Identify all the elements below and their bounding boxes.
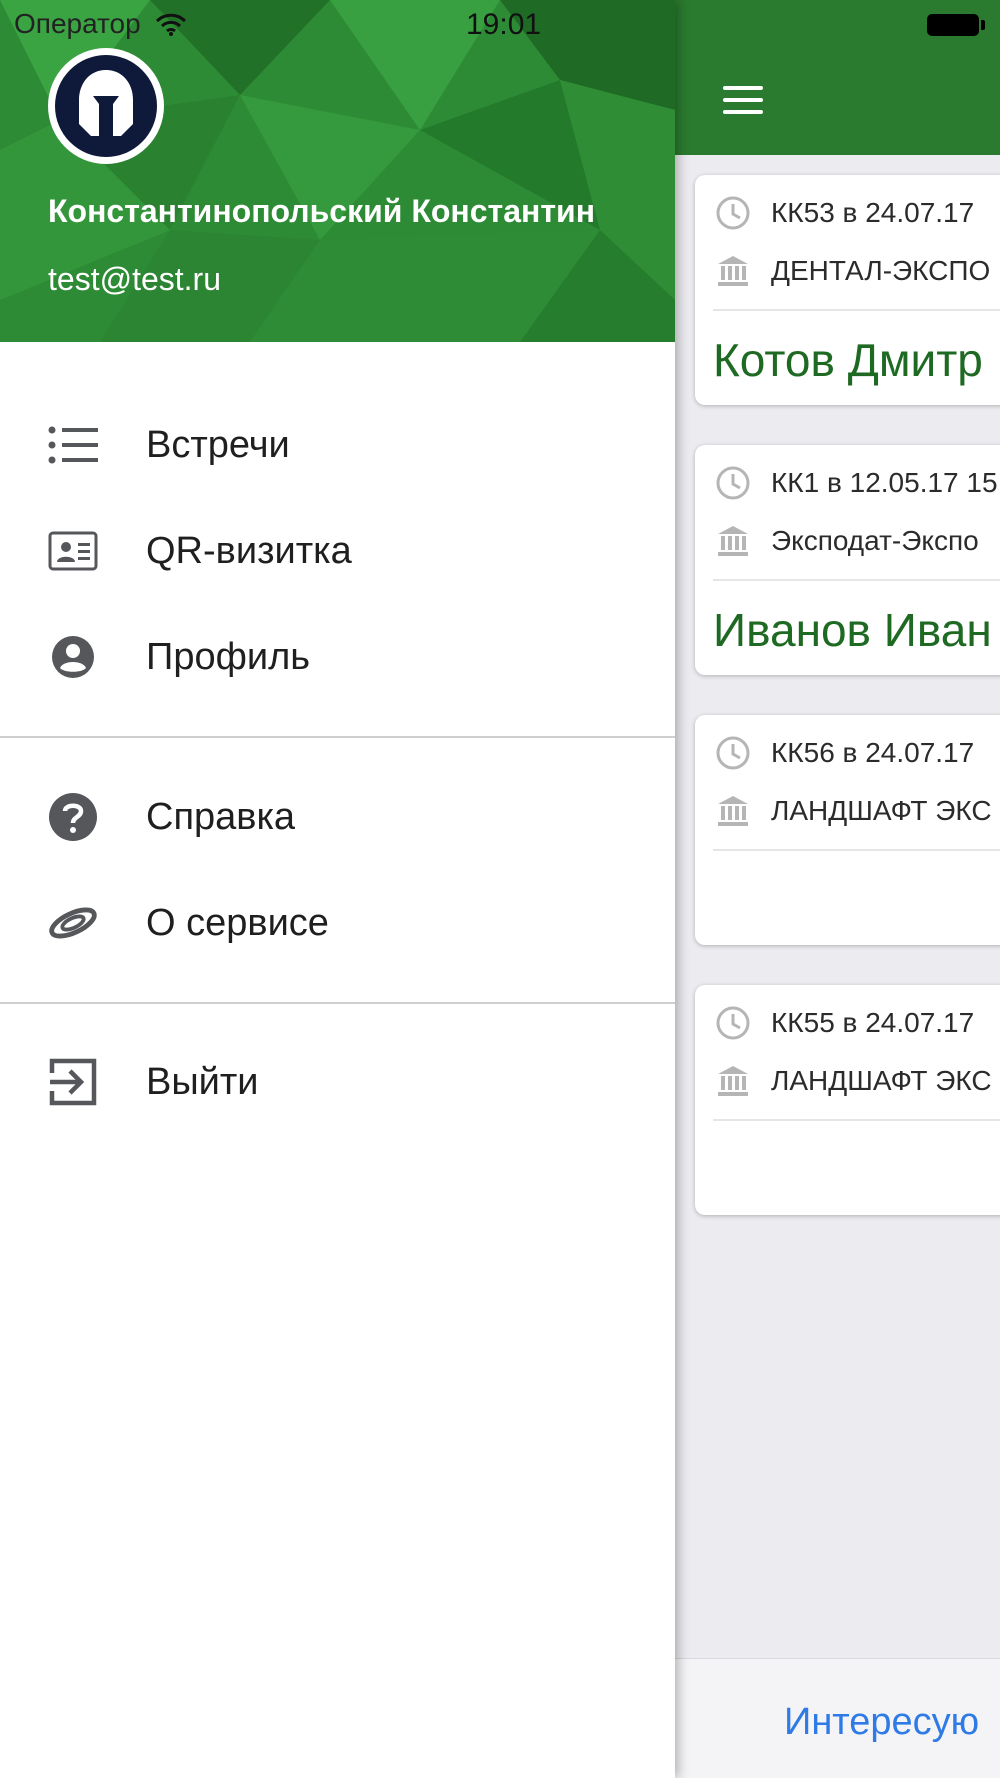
meeting-card[interactable]: КК1 в 12.05.17 15 Эксподат-Экспо Иванов … [695, 445, 1000, 675]
card-venue-row: ЛАНДШАФТ ЭКС [715, 793, 992, 829]
menu-label: QR-визитка [146, 529, 352, 572]
card-meta: КК56 в 24.07.17 [771, 737, 975, 768]
card-meta-row: КК55 в 24.07.17 [715, 1005, 974, 1041]
card-venue: ЛАНДШАФТ ЭКС [771, 795, 992, 826]
menu-item-qr-card[interactable]: QR-визитка [0, 506, 675, 596]
divider [0, 736, 675, 738]
menu-item-profile[interactable]: Профиль [0, 612, 675, 702]
help-circle-icon [48, 792, 98, 842]
institution-icon [718, 256, 748, 286]
status-time: 19:01 [466, 8, 542, 41]
menu-label: Справка [146, 795, 296, 838]
user-email: test@test.ru [48, 261, 221, 297]
navigation-drawer: Оператор 19:01 Константинопольский Конст… [0, 0, 675, 1778]
clock-icon [716, 1006, 750, 1040]
logout-icon [48, 1057, 98, 1107]
list-icon [48, 420, 98, 470]
clock-icon [716, 196, 750, 230]
service-logo-icon [48, 898, 98, 948]
divider [0, 1002, 675, 1004]
card-person: Котов Дмитр [713, 334, 983, 386]
hamburger-menu-icon[interactable] [723, 86, 763, 116]
institution-icon [718, 526, 748, 556]
bottom-bar: Интересую [675, 1658, 1000, 1778]
card-venue-row: Эксподат-Экспо [715, 523, 979, 559]
drawer-header: Оператор 19:01 Константинопольский Конст… [0, 0, 675, 342]
card-meta-row: КК56 в 24.07.17 [715, 735, 974, 771]
menu-item-meetings[interactable]: Встречи [0, 400, 675, 490]
menu-label: Профиль [146, 635, 311, 678]
status-carrier: Оператор [14, 8, 187, 40]
meeting-card[interactable]: КК55 в 24.07.17 ЛАНДШАФТ ЭКС [695, 985, 1000, 1215]
meeting-card[interactable]: КК53 в 24.07.17 ДЕНТАЛ-ЭКСПО Котов Дмитр [695, 175, 1000, 405]
helmet-logo-icon [79, 70, 133, 138]
card-person: Иванов Иван [713, 604, 992, 656]
contact-card-icon [48, 526, 98, 576]
main-screen: КК53 в 24.07.17 ДЕНТАЛ-ЭКСПО Котов Дмитр… [675, 0, 1000, 1778]
menu-item-about[interactable]: О сервисе [0, 878, 675, 968]
menu-item-logout[interactable]: Выйти [0, 1037, 675, 1127]
meeting-card[interactable]: КК56 в 24.07.17 ЛАНДШАФТ ЭКС [695, 715, 1000, 945]
bottom-link[interactable]: Интересую [784, 1701, 979, 1744]
wifi-icon [155, 13, 186, 36]
card-meta: КК1 в 12.05.17 15 [771, 467, 998, 498]
card-venue: ДЕНТАЛ-ЭКСПО [771, 255, 991, 286]
card-meta-row: КК53 в 24.07.17 [715, 195, 974, 231]
card-venue-row: ЛАНДШАФТ ЭКС [715, 1063, 992, 1099]
menu-label: Встречи [146, 423, 290, 466]
card-meta: КК53 в 24.07.17 [771, 197, 975, 228]
avatar[interactable] [48, 48, 164, 164]
card-meta: КК55 в 24.07.17 [771, 1007, 975, 1038]
user-name: Константинопольский Константин [48, 193, 596, 229]
card-meta-row: КК1 в 12.05.17 15 [715, 465, 998, 501]
clock-icon [716, 736, 750, 770]
institution-icon [718, 1066, 748, 1096]
app-bar [675, 0, 1000, 155]
menu-item-help[interactable]: Справка [0, 772, 675, 862]
battery-icon [927, 14, 979, 36]
menu-label: О сервисе [146, 901, 329, 944]
card-venue: ЛАНДШАФТ ЭКС [771, 1065, 992, 1096]
account-circle-icon [48, 632, 98, 682]
clock-icon [716, 466, 750, 500]
card-venue-row: ДЕНТАЛ-ЭКСПО [715, 253, 990, 289]
card-venue: Эксподат-Экспо [771, 525, 979, 556]
institution-icon [718, 796, 748, 826]
menu-label: Выйти [146, 1060, 259, 1103]
